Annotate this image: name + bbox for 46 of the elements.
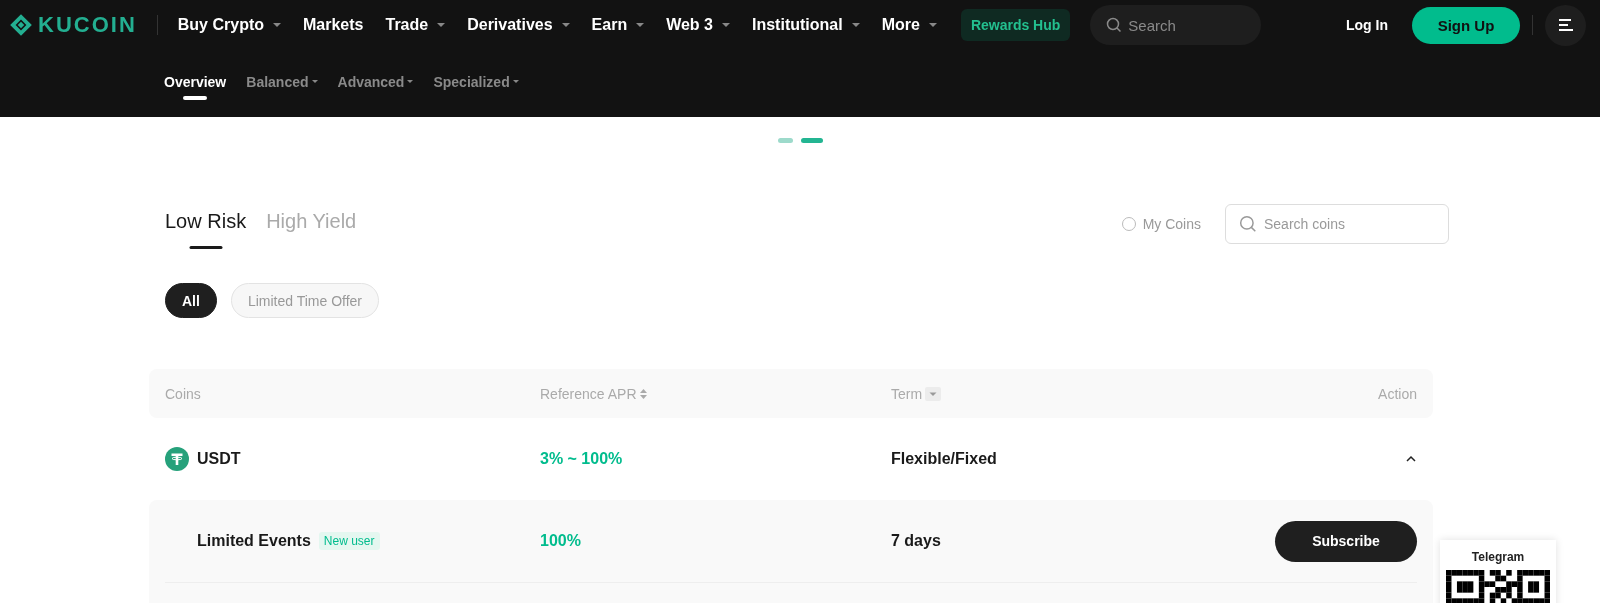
- filter-dropdown-icon[interactable]: [925, 386, 942, 401]
- nav-link[interactable]: Markets: [303, 16, 364, 34]
- apr-value: 100%: [540, 532, 581, 550]
- nav-link[interactable]: Derivatives: [467, 16, 570, 34]
- nav-link[interactable]: Earn: [591, 16, 645, 34]
- menu-button[interactable]: [1545, 4, 1586, 46]
- carousel-indicator[interactable]: [777, 138, 793, 143]
- term-value: 7 days: [891, 532, 941, 550]
- search-field[interactable]: Search: [1090, 5, 1262, 45]
- event-name: Limited Events: [197, 532, 311, 550]
- term-value: Flexible/Fixed: [891, 450, 997, 468]
- logo-text[interactable]: KUCOIN: [38, 12, 137, 38]
- qr-code-icon: [1446, 570, 1550, 603]
- column-header: Action: [1378, 385, 1417, 402]
- search-icon: [1239, 215, 1257, 233]
- carousel-indicator[interactable]: [800, 138, 823, 143]
- coin-icon: [165, 447, 189, 471]
- nav-link[interactable]: Web 3: [666, 16, 730, 34]
- rewards-hub-button[interactable]: Rewards Hub: [960, 9, 1071, 41]
- column-header: Reference APR: [540, 385, 637, 402]
- telegram-widget[interactable]: Telegram: [1440, 540, 1556, 603]
- filter-chip[interactable]: All: [165, 283, 217, 318]
- menu-icon: [1557, 18, 1574, 32]
- nav-link[interactable]: Buy Crypto: [177, 16, 281, 34]
- login-link[interactable]: Log In: [1346, 17, 1388, 33]
- coin-search-field[interactable]: Search coins: [1225, 204, 1449, 244]
- column-header: Coins: [165, 385, 201, 402]
- new-user-badge: New user: [318, 532, 380, 550]
- search-icon: [1106, 17, 1123, 33]
- column-header: Term: [891, 385, 923, 402]
- nav-link[interactable]: Trade: [385, 16, 446, 34]
- category-tab[interactable]: Low Risk: [165, 210, 247, 247]
- subnav-tab[interactable]: Specialized: [433, 74, 519, 100]
- coin-name: USDT: [197, 450, 241, 468]
- signup-button[interactable]: Sign Up: [1412, 6, 1520, 44]
- subnav-tab[interactable]: Advanced: [337, 74, 414, 100]
- chevron-icon[interactable]: [1405, 455, 1417, 463]
- nav-link[interactable]: More: [881, 16, 937, 34]
- subnav-tab[interactable]: Overview: [164, 74, 227, 100]
- nav-link[interactable]: Institutional: [752, 16, 860, 34]
- logo-icon: [8, 12, 34, 38]
- telegram-label: Telegram: [1471, 550, 1525, 564]
- sort-icon[interactable]: [639, 388, 647, 399]
- subnav-tab[interactable]: Balanced: [246, 74, 318, 100]
- subscribe-button[interactable]: Subscribe: [1275, 520, 1417, 562]
- apr-value: 3% ~ 100%: [540, 450, 623, 468]
